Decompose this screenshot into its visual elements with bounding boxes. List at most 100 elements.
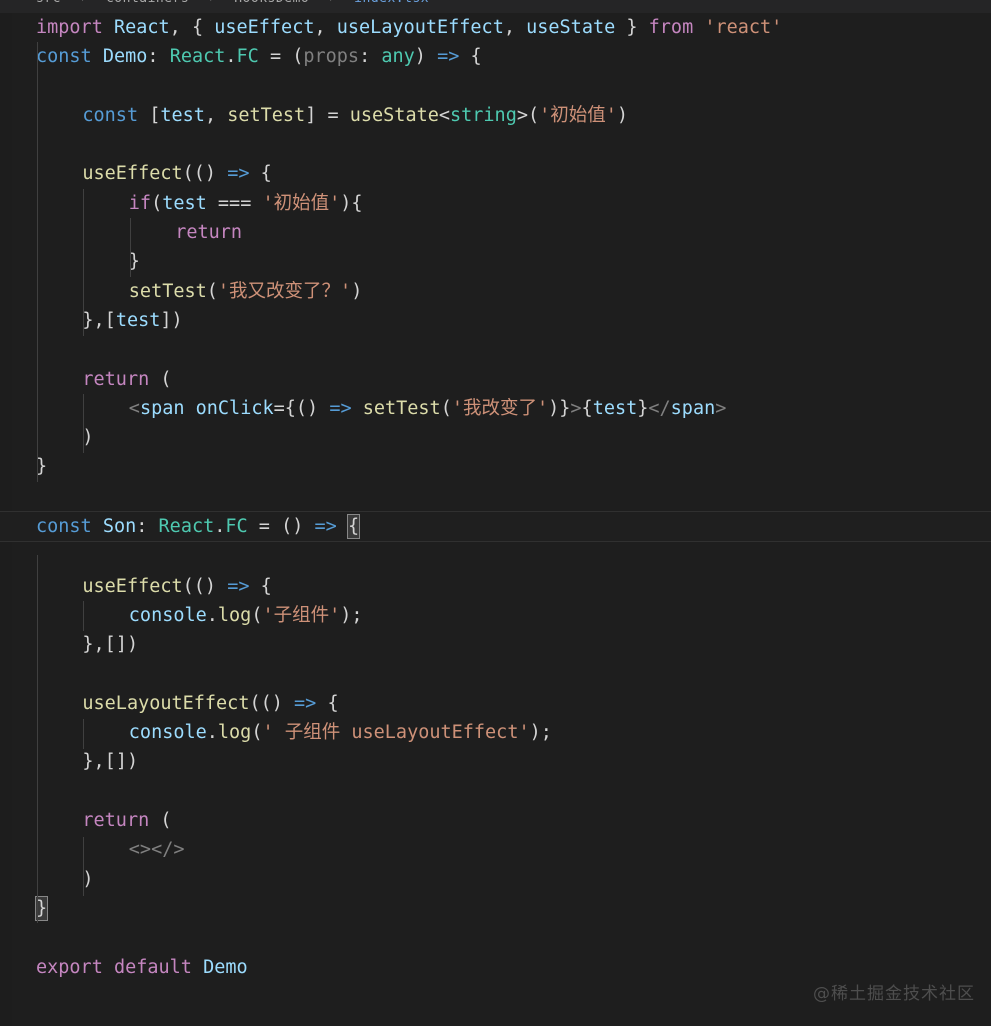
code-line[interactable]: [0, 482, 991, 511]
code-line[interactable]: }: [0, 247, 991, 276]
code-token: {: [327, 692, 339, 714]
code-line[interactable]: return (: [0, 806, 991, 835]
code-line[interactable]: ): [0, 865, 991, 894]
code-token: .: [214, 516, 226, 538]
code-token: =>: [329, 397, 352, 419]
code-token: useLayoutEffect: [82, 692, 250, 714]
code-token: ): [82, 427, 94, 449]
code-line[interactable]: console.log(' 子组件 useLayoutEffect');: [0, 718, 991, 747]
code-token: onClick: [195, 397, 274, 419]
code-token: >: [715, 397, 727, 419]
code-token: (: [251, 604, 263, 626]
code-token: test: [592, 397, 638, 419]
code-line[interactable]: ): [0, 423, 991, 452]
code-token: =: [273, 397, 285, 419]
code-token: ): [548, 397, 560, 419]
breadcrumb-item-0[interactable]: src: [36, 0, 61, 6]
code-token: ): [171, 309, 183, 331]
watermark: @稀土掘金技术社区: [813, 984, 975, 1004]
code-line[interactable]: [0, 130, 991, 159]
code-token: =>: [227, 163, 250, 185]
breadcrumb-item-file[interactable]: index.tsx: [354, 0, 429, 6]
code-token: const: [36, 516, 92, 538]
code-token: '初始值': [262, 192, 341, 214]
code-line[interactable]: [0, 923, 991, 952]
breadcrumb[interactable]: src › containers › HooksDemo › index.tsx: [0, 0, 991, 13]
code-token: (: [527, 104, 540, 126]
code-token: Son: [102, 516, 137, 538]
code-token: (: [251, 722, 263, 744]
code-line[interactable]: <span onClick={() => setTest('我改变了')}>{t…: [0, 394, 991, 423]
code-token: '初始值': [539, 104, 617, 126]
code-token: ((: [182, 163, 205, 185]
code-line[interactable]: console.log('子组件');: [0, 601, 991, 630]
code-token: '我改变了': [451, 397, 549, 419]
code-content[interactable]: import React, { useEffect, useLayoutEffe…: [0, 13, 991, 982]
code-token: 'react': [704, 17, 783, 38]
breadcrumb-separator-icon-3: ›: [318, 0, 346, 6]
code-line[interactable]: useEffect(() => {: [0, 572, 991, 601]
code-token: </: [648, 397, 671, 419]
bracket-match: {: [346, 514, 361, 540]
code-line[interactable]: },[test]): [0, 306, 991, 335]
code-line[interactable]: const Demo: React.FC = (props: any) => {: [0, 42, 991, 71]
code-line-current[interactable]: const Son: React.FC = () => {: [0, 511, 991, 543]
code-token: (: [295, 397, 308, 419]
code-token: [: [104, 309, 116, 331]
code-token: const: [36, 46, 92, 68]
code-line[interactable]: [0, 335, 991, 364]
code-token: }: [559, 397, 571, 419]
code-line[interactable]: [0, 72, 991, 101]
code-line[interactable]: useLayoutEffect(() => {: [0, 689, 991, 718]
code-editor[interactable]: src › containers › HooksDemo › index.tsx…: [0, 0, 991, 1026]
code-line[interactable]: export default Demo: [0, 953, 991, 982]
code-line[interactable]: <></>: [0, 835, 991, 864]
code-token: :: [136, 516, 159, 538]
code-line[interactable]: useEffect(() => {: [0, 159, 991, 188]
code-token: string: [450, 104, 517, 126]
code-line[interactable]: },[]): [0, 630, 991, 659]
code-line[interactable]: return: [0, 218, 991, 247]
code-token: props: [303, 46, 360, 68]
code-token: setTest: [362, 397, 441, 419]
breadcrumb-item-2[interactable]: HooksDemo: [234, 0, 309, 6]
code-token: return: [82, 368, 150, 390]
code-line[interactable]: [0, 660, 991, 689]
code-token: =>: [227, 575, 250, 597]
bracket-match: }: [34, 895, 49, 921]
code-line[interactable]: [0, 777, 991, 806]
code-line[interactable]: const [test, setTest] = useState<string>…: [0, 101, 991, 130]
code-line[interactable]: return (: [0, 365, 991, 394]
code-token: log: [217, 604, 252, 626]
code-token: test: [115, 309, 161, 331]
code-token: ): [414, 46, 426, 68]
code-token: ): [616, 104, 629, 126]
code-line[interactable]: },[]): [0, 747, 991, 776]
code-line[interactable]: }: [0, 894, 991, 923]
code-token: span: [139, 397, 185, 419]
code-token: =>: [294, 692, 317, 714]
code-token: {: [470, 46, 482, 68]
code-token: ' 子组件 useLayoutEffect': [262, 722, 530, 744]
code-token: (: [292, 46, 304, 68]
code-line[interactable]: setTest('我又改变了？'): [0, 277, 991, 306]
code-token: }: [128, 251, 140, 273]
code-line[interactable]: if(test === '初始值'){: [0, 189, 991, 218]
code-token: ): [204, 163, 217, 185]
code-line[interactable]: }: [0, 452, 991, 481]
code-token: ,: [93, 309, 105, 331]
code-line[interactable]: [0, 542, 991, 571]
code-token: ,: [169, 17, 192, 38]
code-token: useState: [349, 104, 439, 126]
code-token: Demo: [203, 956, 248, 978]
breadcrumb-item-1[interactable]: containers: [106, 0, 189, 6]
code-line[interactable]: import React, { useEffect, useLayoutEffe…: [0, 13, 991, 42]
